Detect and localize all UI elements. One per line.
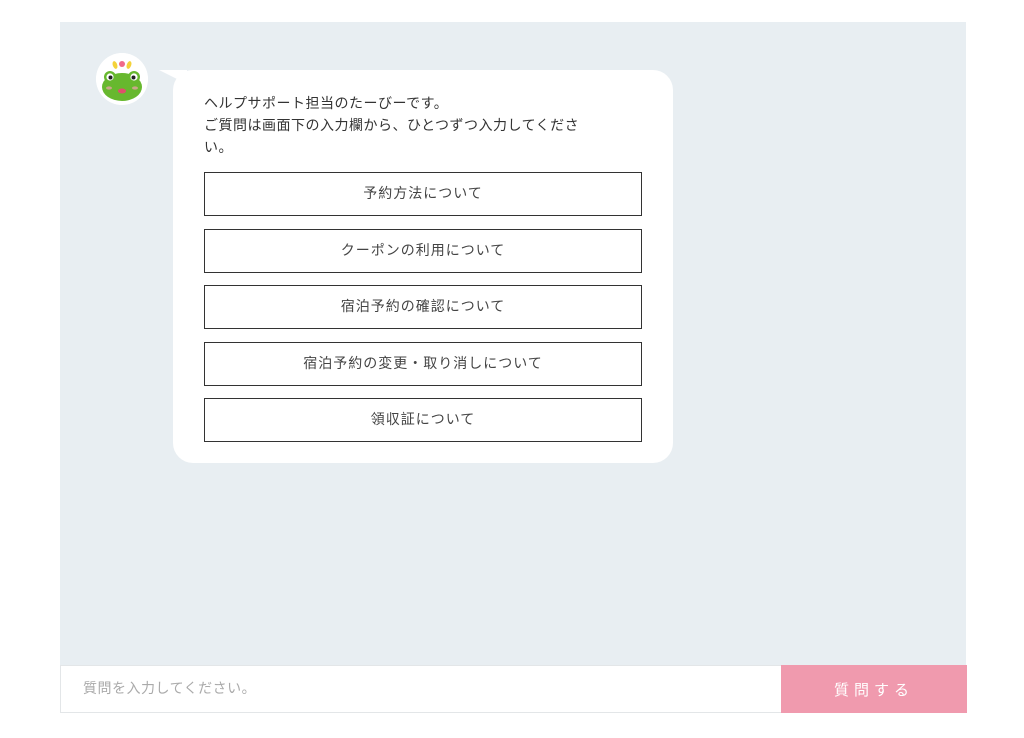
bot-message-line: ご質問は画面下の入力欄から、ひとつずつ入力してくださ <box>204 118 580 134</box>
option-receipt-button[interactable]: 領収証について <box>204 398 642 442</box>
frog-mascot-icon <box>96 53 148 105</box>
option-reservation-method-button[interactable]: 予約方法について <box>204 172 642 216</box>
bot-message-text: ヘルプサポート担当のたーびーです。 ご質問は画面下の入力欄から、ひとつずつ入力し… <box>204 93 644 159</box>
bot-message-bubble: ヘルプサポート担当のたーびーです。 ご質問は画面下の入力欄から、ひとつずつ入力し… <box>159 70 673 463</box>
option-change-cancel-reservation-button[interactable]: 宿泊予約の変更・取り消しについて <box>204 341 642 386</box>
bubble-tail <box>159 70 187 84</box>
submit-question-button[interactable]: 質問する <box>781 665 967 713</box>
chat-log[interactable]: ヘルプサポート担当のたーびーです。 ご質問は画面下の入力欄から、ひとつずつ入力し… <box>60 22 966 665</box>
bot-avatar <box>96 53 148 105</box>
option-coupon-usage-button[interactable]: クーポンの利用について <box>204 228 642 273</box>
bot-message-line: ヘルプサポート担当のたーびーです。 <box>204 96 449 112</box>
input-bar: 質問する <box>60 665 967 713</box>
chat-window: ヘルプサポート担当のたーびーです。 ご質問は画面下の入力欄から、ひとつずつ入力し… <box>60 22 967 713</box>
bot-message-line: い。 <box>204 140 233 156</box>
question-input[interactable] <box>61 666 781 712</box>
option-confirm-reservation-button[interactable]: 宿泊予約の確認について <box>204 285 642 329</box>
suggested-questions: 予約方法について クーポンの利用について 宿泊予約の確認について 宿泊予約の変更… <box>204 172 642 455</box>
